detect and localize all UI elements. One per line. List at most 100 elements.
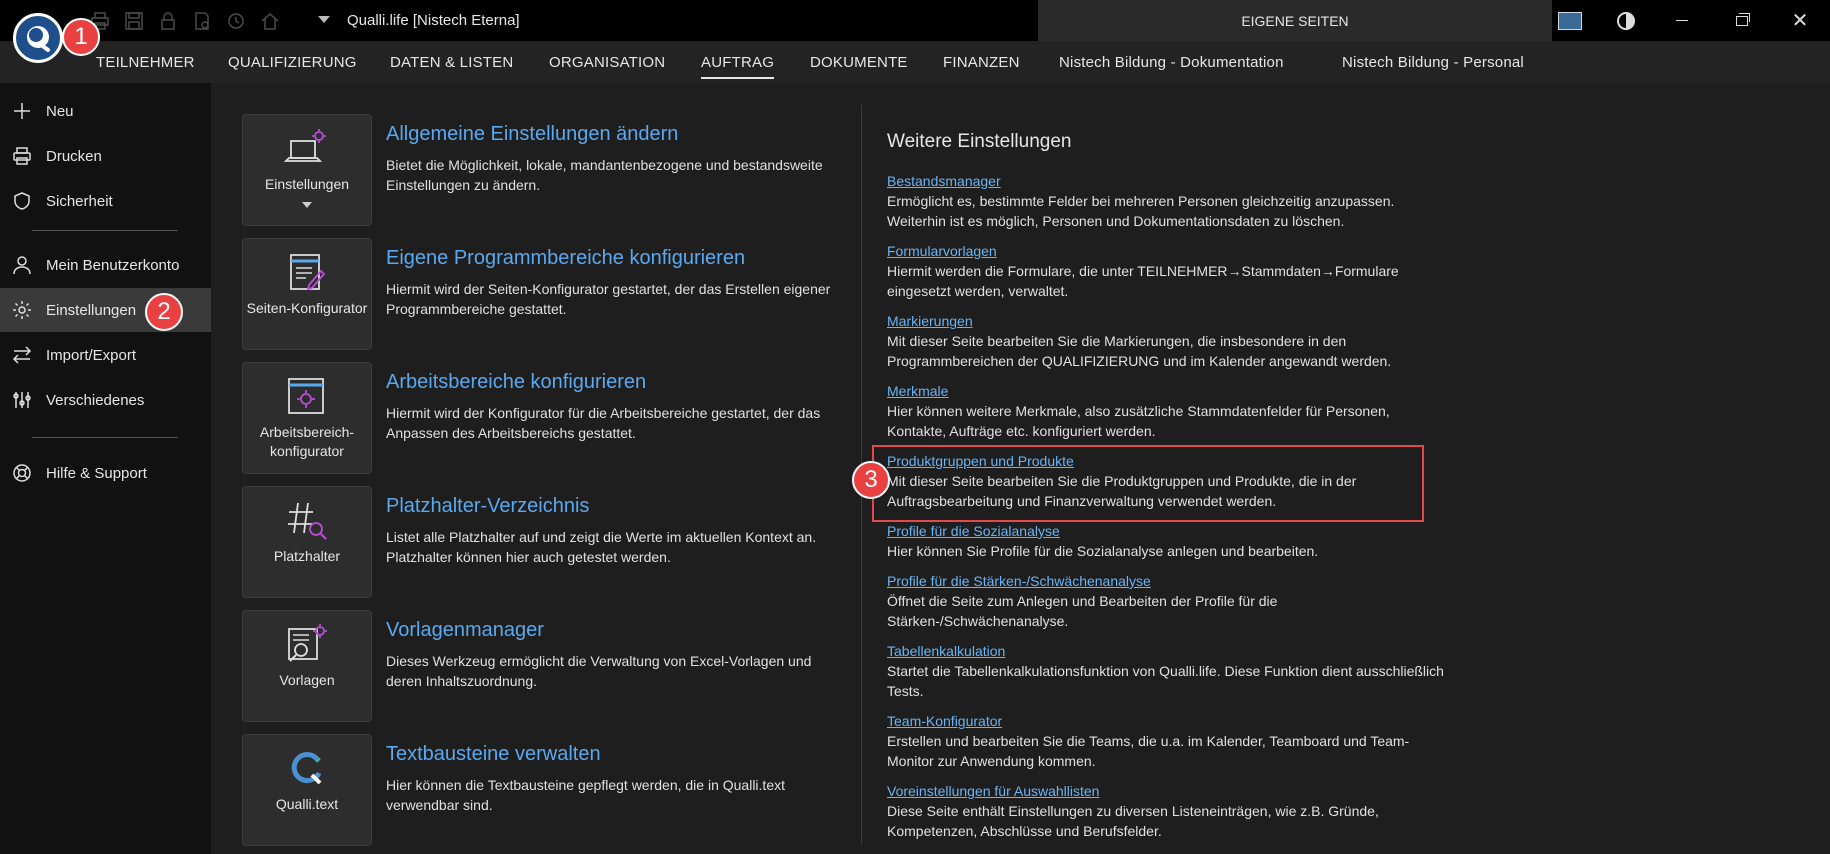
page-edit-icon bbox=[283, 251, 331, 295]
menu-nistech-dokumentation[interactable]: Nistech Bildung - Dokumentation bbox=[1059, 54, 1284, 71]
list-item: Profile für die Sozialanalyse Hier könne… bbox=[887, 521, 1447, 561]
tile-label: Qualli.text bbox=[275, 796, 339, 812]
theme-color-button[interactable] bbox=[1540, 0, 1600, 41]
feature-title-link[interactable]: Platzhalter-Verzeichnis bbox=[386, 495, 589, 518]
item-description: Diese Seite enthält Einstellungen zu div… bbox=[887, 803, 1379, 839]
eigene-seiten-tab[interactable]: EIGENE SEITEN bbox=[1038, 0, 1552, 41]
feature-title-link[interactable]: Allgemeine Einstellungen ändern bbox=[386, 123, 678, 146]
close-icon: ✕ bbox=[1791, 9, 1809, 32]
menu-auftrag[interactable]: AUFTRAG bbox=[701, 54, 775, 79]
save-icon[interactable] bbox=[122, 9, 146, 33]
list-item: Bestandsmanager Ermöglicht es, bestimmte… bbox=[887, 171, 1447, 231]
sidebar-item-verschiedenes[interactable]: Verschiedenes bbox=[0, 378, 211, 422]
contrast-icon bbox=[1617, 11, 1635, 30]
team-konfigurator-link[interactable]: Team-Konfigurator bbox=[887, 711, 1447, 731]
arbeitsbereich-konfigurator-tile[interactable]: Arbeitsbereich-konfigurator bbox=[242, 362, 372, 474]
home-icon[interactable] bbox=[258, 9, 282, 33]
app-logo-button[interactable] bbox=[13, 13, 63, 63]
tile-label: Vorlagen bbox=[279, 672, 335, 688]
menu-finanzen[interactable]: FINANZEN bbox=[943, 54, 1020, 71]
sidebar-item-label: Verschiedenes bbox=[46, 391, 145, 409]
feature-description: Hier können die Textbausteine gepflegt w… bbox=[386, 777, 785, 813]
menu-teilnehmer[interactable]: TEILNEHMER bbox=[96, 54, 195, 71]
plus-icon bbox=[11, 100, 33, 122]
qualli-logo-icon bbox=[27, 26, 50, 52]
list-item: Voreinstellungen für Auswahllisten Diese… bbox=[887, 781, 1447, 841]
list-item: Team-Konfigurator Erstellen und bearbeit… bbox=[887, 711, 1447, 771]
voreinstellungen-link[interactable]: Voreinstellungen für Auswahllisten bbox=[887, 781, 1447, 801]
arrows-icon bbox=[11, 344, 33, 366]
markierungen-link[interactable]: Markierungen bbox=[887, 311, 1447, 331]
menu-organisation[interactable]: ORGANISATION bbox=[549, 54, 665, 71]
item-description: Ermöglicht es, bestimmte Felder bei mehr… bbox=[887, 193, 1395, 229]
lock-icon[interactable] bbox=[156, 9, 180, 33]
sidebar-item-label: Import/Export bbox=[46, 346, 137, 364]
weitere-einstellungen-heading: Weitere Einstellungen bbox=[887, 131, 1072, 152]
merkmale-link[interactable]: Merkmale bbox=[887, 381, 1447, 401]
sidebar-item-benutzerkonto[interactable]: Mein Benutzerkonto bbox=[0, 243, 211, 287]
menu-dokumente[interactable]: DOKUMENTE bbox=[810, 54, 908, 71]
tile-label: Platzhalter bbox=[273, 548, 341, 564]
close-button[interactable]: ✕ bbox=[1770, 0, 1830, 41]
app-title: Qualli.life [Nistech Eterna] bbox=[347, 12, 520, 29]
sidebar-divider bbox=[32, 437, 178, 438]
sidebar-item-sicherheit[interactable]: Sicherheit bbox=[0, 179, 211, 223]
highlight-annotation-box bbox=[872, 445, 1424, 522]
menu-nistech-personal[interactable]: Nistech Bildung - Personal bbox=[1342, 54, 1524, 71]
main-menu-bar: TEILNEHMER QUALIFIZIERUNG DATEN & LISTEN… bbox=[0, 41, 1830, 83]
color-square-icon bbox=[1558, 11, 1582, 30]
einstellungen-tile[interactable]: Einstellungen bbox=[242, 114, 372, 226]
laptop-gear-icon bbox=[283, 127, 331, 171]
feature-title-link[interactable]: Arbeitsbereiche konfigurieren bbox=[386, 371, 646, 394]
sidebar-item-label: Sicherheit bbox=[46, 192, 113, 210]
list-item: Formularvorlagen Hiermit werden die Form… bbox=[887, 241, 1447, 301]
sidebar-item-hilfe-support[interactable]: Hilfe & Support bbox=[0, 451, 211, 495]
seiten-konfigurator-tile[interactable]: Seiten-Konfigurator bbox=[242, 238, 372, 350]
sidebar-item-neu[interactable]: Neu bbox=[0, 89, 211, 133]
minimize-icon bbox=[1676, 20, 1688, 21]
feature-description: Hiermit wird der Konfigurator für die Ar… bbox=[386, 405, 821, 441]
tabellenkalkulation-link[interactable]: Tabellenkalkulation bbox=[887, 641, 1447, 661]
staerken-schwaechen-link[interactable]: Profile für die Stärken-/Schwächenanalys… bbox=[887, 571, 1447, 591]
contrast-button[interactable] bbox=[1596, 0, 1656, 41]
item-description: Mit dieser Seite bearbeiten Sie die Mark… bbox=[887, 333, 1392, 369]
sidebar-divider bbox=[32, 230, 178, 231]
minimize-button[interactable] bbox=[1652, 0, 1712, 41]
chevron-down-icon[interactable] bbox=[302, 202, 312, 208]
tile-label: Arbeitsbereich-konfigurator bbox=[259, 424, 355, 459]
tile-label: Einstellungen bbox=[264, 176, 350, 192]
sidebar-item-drucken[interactable]: Drucken bbox=[0, 134, 211, 178]
quick-access-dropdown-icon[interactable] bbox=[318, 16, 330, 23]
item-description: Hier können Sie Profile für die Sozialan… bbox=[887, 543, 1319, 559]
sozialanalyse-link[interactable]: Profile für die Sozialanalyse bbox=[887, 521, 1447, 541]
qualli-text-tile[interactable]: Qualli.text bbox=[242, 734, 372, 846]
menu-daten-listen[interactable]: DATEN & LISTEN bbox=[390, 54, 513, 71]
restore-button[interactable] bbox=[1712, 0, 1772, 41]
report-icon[interactable] bbox=[190, 9, 214, 33]
item-description: Öffnet die Seite zum Anlegen und Bearbei… bbox=[887, 593, 1278, 629]
print-icon bbox=[11, 145, 33, 167]
bestandsmanager-link[interactable]: Bestandsmanager bbox=[887, 171, 1447, 191]
feature-description: Bietet die Möglichkeit, lokale, mandante… bbox=[386, 157, 823, 193]
list-item: Profile für die Stärken-/Schwächenanalys… bbox=[887, 571, 1447, 631]
item-description: Hiermit werden die Formulare, die unter … bbox=[887, 263, 1399, 299]
refresh-icon[interactable] bbox=[224, 9, 248, 33]
vorlagen-tile[interactable]: Vorlagen bbox=[242, 610, 372, 722]
feature-description: Listet alle Platzhalter auf und zeigt di… bbox=[386, 529, 817, 565]
feature-title-link[interactable]: Vorlagenmanager bbox=[386, 619, 544, 642]
feature-title-link[interactable]: Eigene Programmbereiche konfigurieren bbox=[386, 247, 745, 270]
sidebar-item-import-export[interactable]: Import/Export bbox=[0, 333, 211, 377]
qualli-text-logo-icon bbox=[283, 747, 331, 791]
sidebar-item-label: Einstellungen bbox=[46, 301, 137, 319]
step-badge-3: 3 bbox=[852, 461, 890, 499]
menu-qualifizierung[interactable]: QUALIFIZIERUNG bbox=[228, 54, 357, 71]
settings-page: Einstellungen Allgemeine Einstellungen ä… bbox=[211, 83, 1830, 854]
sidebar-item-label: Mein Benutzerkonto bbox=[46, 256, 180, 274]
list-item: Markierungen Mit dieser Seite bearbeiten… bbox=[887, 311, 1447, 371]
feature-title-link[interactable]: Textbausteine verwalten bbox=[386, 743, 601, 766]
platzhalter-tile[interactable]: Platzhalter bbox=[242, 486, 372, 598]
sidebar-item-label: Hilfe & Support bbox=[46, 464, 147, 482]
item-description: Erstellen und bearbeiten Sie die Teams, … bbox=[887, 733, 1410, 769]
formularvorlagen-link[interactable]: Formularvorlagen bbox=[887, 241, 1447, 261]
gear-icon bbox=[11, 299, 33, 321]
